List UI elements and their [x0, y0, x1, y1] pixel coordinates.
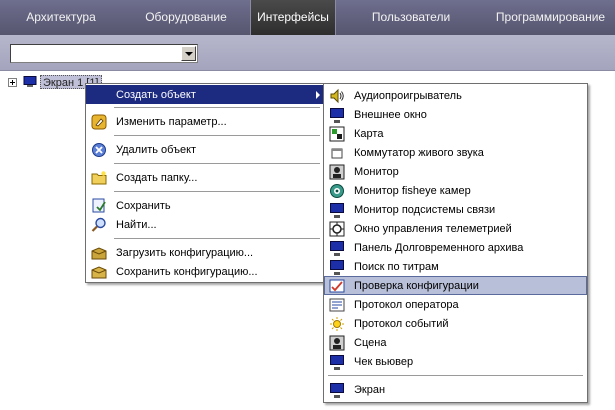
menu-separator — [114, 135, 320, 136]
monitor-icon — [329, 354, 345, 370]
submenu-item-archive-panel[interactable]: Панель Долговременного архива — [324, 238, 587, 257]
config-check-icon — [329, 279, 345, 292]
sun-icon — [330, 316, 344, 331]
menu-item-label: Изменить параметр... — [116, 115, 227, 128]
submenu-item-label: Окно управления телеметрией — [354, 222, 512, 235]
monitor-icon — [329, 107, 345, 123]
monitor-icon — [329, 259, 345, 275]
menu-item-find[interactable]: Найти... — [86, 215, 324, 234]
tab-programming[interactable]: Программирование — [486, 0, 615, 35]
submenu-item-telemetry-window[interactable]: Окно управления телеметрией — [324, 219, 587, 238]
submenu-item-label: Проверка конфигурации — [354, 279, 479, 292]
monitor-icon — [329, 240, 345, 256]
menu-item-create-object[interactable]: Создать объект — [86, 85, 324, 104]
object-toolbar — [0, 35, 615, 71]
menu-separator — [114, 238, 320, 239]
menu-item-label: Создать папку... — [116, 171, 198, 184]
list-icon — [329, 298, 345, 311]
submenu-item-label: Коммутатор живого звука — [354, 146, 484, 159]
submenu-item-monitor[interactable]: Монитор — [324, 162, 587, 181]
menu-item-label: Сохранить конфигурацию... — [116, 265, 258, 278]
telemetry-icon — [329, 221, 345, 236]
submenu-item-event-log[interactable]: Протокол событий — [324, 314, 587, 333]
menu-separator — [114, 191, 320, 192]
submenu-item-label: Аудиопроигрыватель — [354, 89, 462, 102]
submenu-item-config-check[interactable]: Проверка конфигурации — [324, 276, 587, 295]
tree-expand-toggle[interactable] — [8, 78, 17, 87]
camera-monitor-icon — [329, 164, 345, 179]
menu-item-delete-object[interactable]: Удалить объект — [86, 140, 324, 159]
submenu-item-titles-search[interactable]: Поиск по титрам — [324, 257, 587, 276]
submenu-item-label: Внешнее окно — [354, 108, 427, 121]
search-icon — [91, 217, 106, 232]
submenu-item-label: Панель Долговременного архива — [354, 241, 524, 254]
submenu-item-operator-log[interactable]: Протокол оператора — [324, 295, 587, 314]
menu-item-save-config[interactable]: Сохранить конфигурацию... — [86, 262, 324, 281]
edit-parameter-icon — [91, 114, 107, 129]
submenu-item-label: Карта — [354, 127, 384, 140]
submenu-item-audio-player[interactable]: Аудиопроигрыватель — [324, 86, 587, 105]
submenu-item-check-viewer[interactable]: Чек вьювер — [324, 352, 587, 371]
submenu-item-label: Монитор подсистемы связи — [354, 203, 496, 216]
tab-architecture[interactable]: Архитектура — [0, 0, 122, 35]
create-icon — [91, 87, 107, 103]
menu-separator — [114, 163, 320, 164]
submenu-item-label: Монитор — [354, 165, 399, 178]
submenu-item-label: Чек вьювер — [354, 355, 414, 368]
fisheye-icon — [330, 183, 344, 198]
submenu-item-label: Поиск по титрам — [354, 260, 439, 273]
screen-icon — [329, 382, 345, 398]
submenu-separator — [328, 375, 583, 376]
submenu-arrow-icon — [316, 91, 320, 99]
save-icon — [92, 198, 106, 212]
menu-item-label: Найти... — [116, 218, 157, 231]
combo-dropdown-button[interactable] — [181, 46, 196, 61]
submenu-item-map[interactable]: Карта — [324, 124, 587, 143]
tab-hardware[interactable]: Оборудование — [122, 0, 250, 35]
object-type-combo[interactable] — [10, 44, 198, 63]
menu-item-label: Создать объект — [116, 88, 196, 101]
create-object-submenu: Аудиопроигрыватель Внешнее окно Карта Ко… — [323, 83, 588, 403]
speaker-icon — [330, 88, 344, 103]
menu-item-edit-parameter[interactable]: Изменить параметр... — [86, 112, 324, 131]
submenu-item-label: Монитор fisheye камер — [354, 184, 471, 197]
menu-item-label: Загрузить конфигурацию... — [116, 246, 254, 259]
menu-item-create-folder[interactable]: Создать папку... — [86, 168, 324, 187]
map-icon — [329, 126, 345, 141]
menu-item-label: Сохранить — [116, 199, 171, 212]
box-icon — [91, 246, 107, 259]
main-tab-bar: Архитектура Оборудование Интерфейсы Поль… — [0, 0, 615, 35]
submenu-item-label: Протокол событий — [354, 317, 449, 330]
scene-icon — [329, 335, 345, 350]
folder-icon — [91, 170, 107, 184]
menu-separator — [114, 107, 320, 108]
tab-users[interactable]: Пользователи — [336, 0, 486, 35]
context-menu: Создать объект Изменить параметр... Удал… — [85, 83, 325, 283]
submenu-item-screen[interactable]: Экран — [324, 380, 587, 399]
monitor-icon — [23, 76, 37, 87]
tab-interfaces[interactable]: Интерфейсы — [250, 0, 336, 35]
submenu-item-fisheye-monitor[interactable]: Монитор fisheye камер — [324, 181, 587, 200]
submenu-item-label: Сцена — [354, 336, 387, 349]
submenu-item-label: Экран — [354, 383, 386, 396]
submenu-item-comm-monitor[interactable]: Монитор подсистемы связи — [324, 200, 587, 219]
box-icon — [91, 265, 107, 278]
monitor-icon — [329, 202, 345, 218]
menu-item-save[interactable]: Сохранить — [86, 196, 324, 215]
menu-item-label: Удалить объект — [116, 143, 197, 156]
delete-icon — [92, 142, 106, 157]
submenu-item-scene[interactable]: Сцена — [324, 333, 587, 352]
menu-item-load-config[interactable]: Загрузить конфигурацию... — [86, 243, 324, 262]
submenu-item-live-sound-switch[interactable]: Коммутатор живого звука — [324, 143, 587, 162]
window-icon — [331, 148, 343, 158]
submenu-item-label: Протокол оператора — [354, 298, 459, 311]
submenu-item-external-window[interactable]: Внешнее окно — [324, 105, 587, 124]
